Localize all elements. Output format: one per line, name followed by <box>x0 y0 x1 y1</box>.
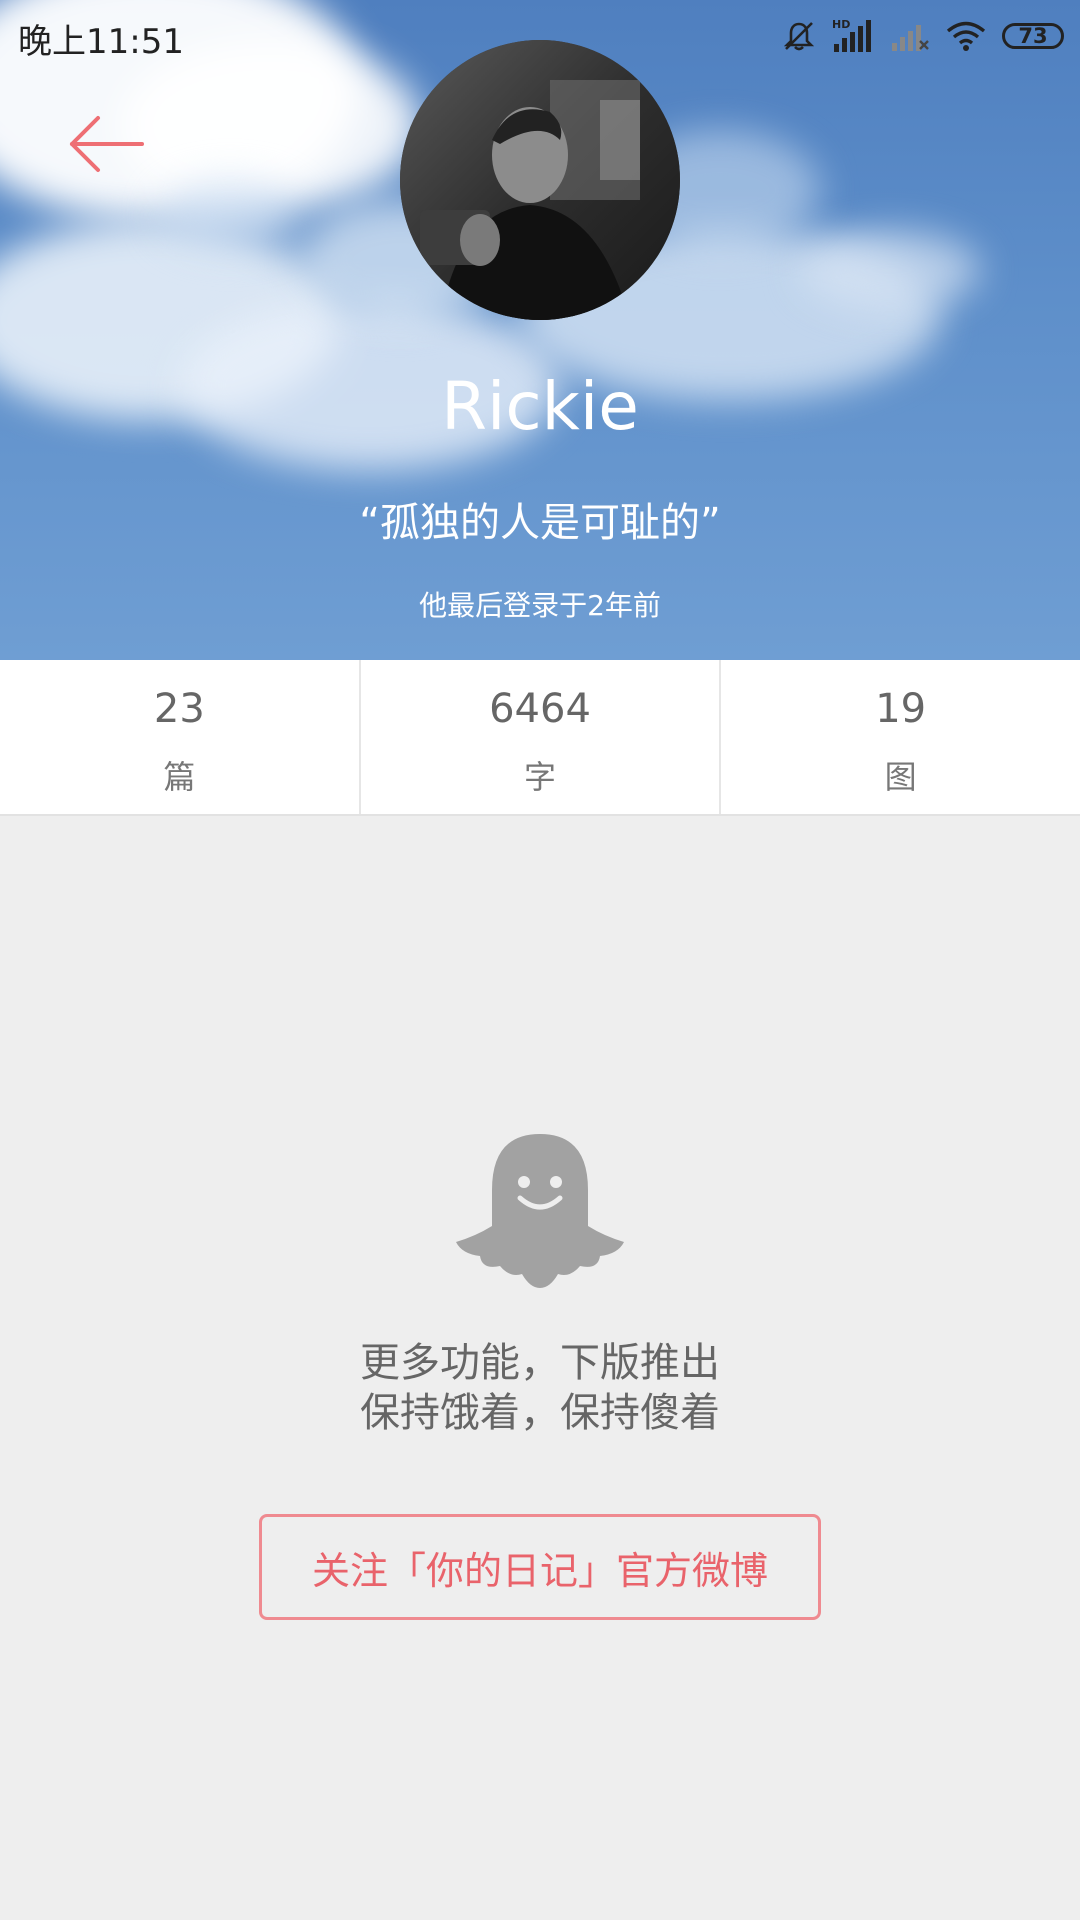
message-line: 更多功能，下版推出 <box>360 1340 720 1386</box>
bell-muted-icon <box>782 19 816 53</box>
avatar[interactable] <box>400 40 680 320</box>
user-motto: “孤独的人是可耻的” <box>359 500 721 546</box>
empty-state-message: 更多功能，下版推出 保持饿着，保持傻着 <box>0 1338 1080 1438</box>
stat-value: 6464 <box>489 686 591 732</box>
username: Rickie <box>441 368 639 445</box>
cloud-decoration <box>800 230 980 310</box>
cloud-decoration <box>120 40 420 210</box>
follow-weibo-button[interactable]: 关注「你的日记」官方微博 <box>259 1514 821 1620</box>
ghost-icon <box>452 1128 628 1290</box>
status-icons: HD 73 <box>782 16 1064 56</box>
signal-off-icon <box>890 19 930 53</box>
stat-images[interactable]: 19 图 <box>721 660 1080 814</box>
wifi-icon <box>946 20 986 52</box>
svg-text:HD: HD <box>832 18 850 31</box>
back-button[interactable] <box>66 110 146 180</box>
arrow-left-icon <box>66 116 146 184</box>
status-time: 晚上11:51 <box>18 22 184 62</box>
hd-signal-icon: HD <box>832 18 874 54</box>
stat-articles[interactable]: 23 篇 <box>0 660 361 814</box>
last-login-text: 他最后登录于2年前 <box>419 589 661 622</box>
stat-words[interactable]: 6464 字 <box>361 660 722 814</box>
battery-icon: 73 <box>1002 23 1064 49</box>
stats-bar: 23 篇 6464 字 19 图 <box>0 660 1080 816</box>
stat-label: 篇 <box>163 758 196 796</box>
stat-value: 23 <box>153 686 205 732</box>
profile-page: 晚上11:51 HD 73 Rickie “孤独的人是可耻的” 他最后登录于2年… <box>0 0 1080 1920</box>
stat-value: 19 <box>875 686 927 732</box>
profile-header: 晚上11:51 HD 73 Rickie “孤独的人是可耻的” 他最后登录于2年… <box>0 0 1080 660</box>
stat-label: 字 <box>524 758 557 796</box>
cloud-decoration <box>160 180 300 250</box>
message-line: 保持饿着，保持傻着 <box>360 1390 720 1436</box>
stat-label: 图 <box>884 758 917 796</box>
